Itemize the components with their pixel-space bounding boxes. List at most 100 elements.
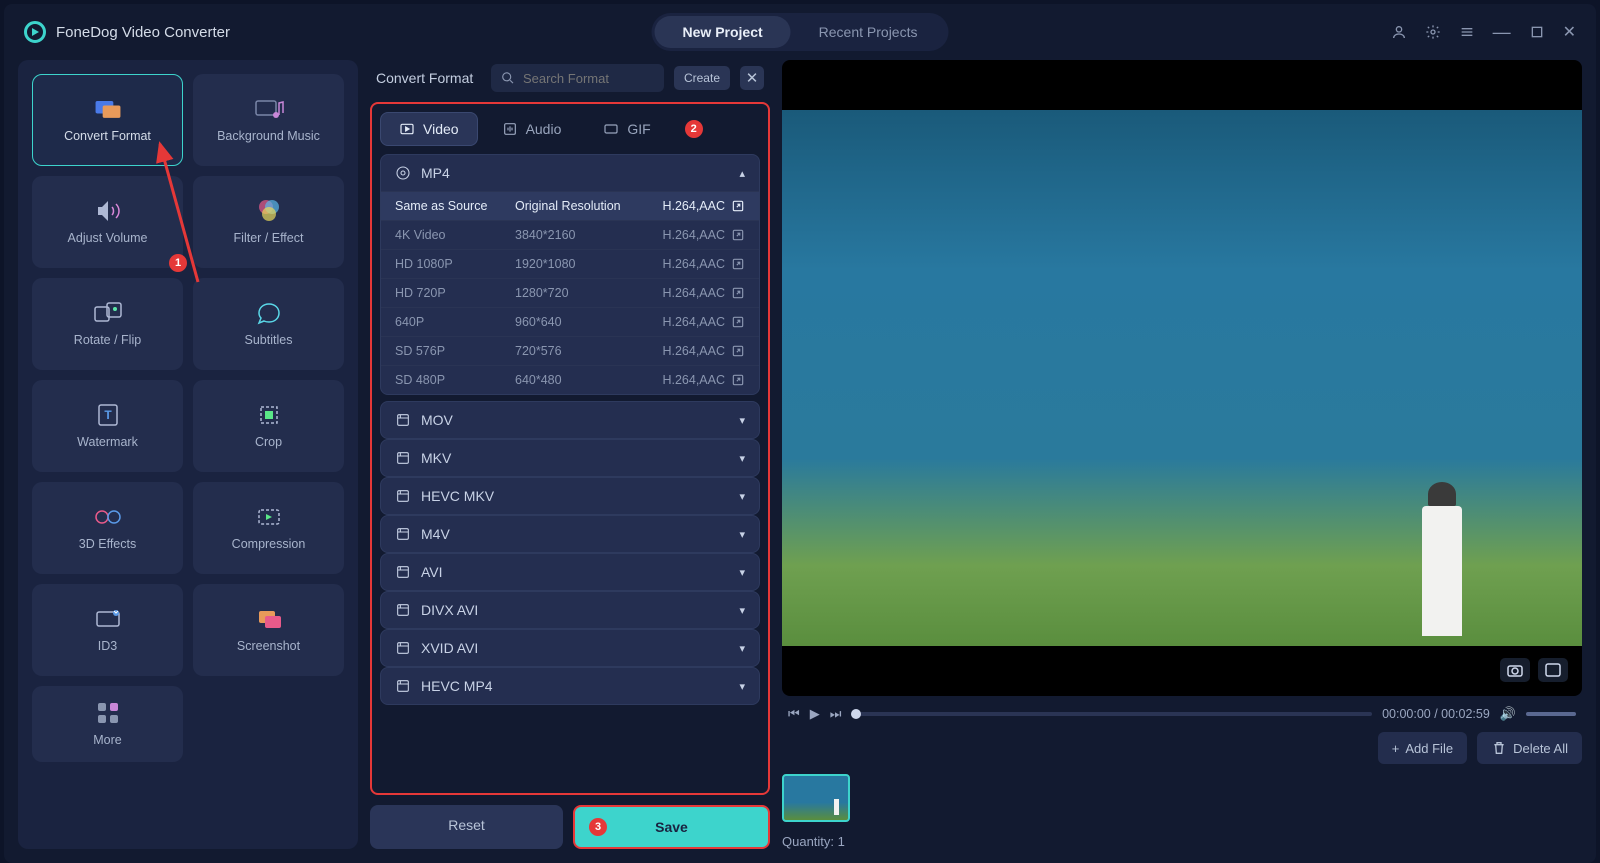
format-head[interactable]: XVID AVI▾ [381,630,759,666]
prev-icon[interactable]: ⏮ [788,706,800,722]
tool-background-music[interactable]: Background Music [193,74,344,166]
settings-icon[interactable] [1425,24,1441,40]
format-file-icon [395,488,411,504]
tool-more[interactable]: More [32,686,183,762]
row-resolution: 720*576 [515,344,643,358]
external-icon[interactable] [725,199,745,213]
chevron-down-icon: ▾ [739,452,745,465]
row-codec: H.264,AAC [643,373,725,387]
row-name: 4K Video [395,228,515,242]
row-codec: H.264,AAC [643,228,725,242]
tool-label: Watermark [77,435,138,449]
format-file-icon [395,602,411,618]
tab-recent-projects[interactable]: Recent Projects [791,16,946,48]
format-head[interactable]: MKV▾ [381,440,759,476]
tool-screenshot[interactable]: Screenshot [193,584,344,676]
format-tab-gif[interactable]: GIF [585,113,668,145]
tool-label: Convert Format [64,129,151,143]
format-file-icon [395,165,411,181]
search-field[interactable] [491,64,664,92]
play-icon[interactable]: ▶ [810,706,820,722]
tool-3d-effects[interactable]: 3D Effects [32,482,183,574]
format-row[interactable]: 4K Video3840*2160H.264,AAC [381,220,759,249]
filter-icon [253,199,285,223]
format-group: AVI▾ [380,553,760,591]
tool-adjust-volume[interactable]: Adjust Volume 1 [32,176,183,268]
format-row[interactable]: SD 480P640*480H.264,AAC [381,365,759,394]
volume-track[interactable] [1526,712,1576,716]
delete-all-button[interactable]: Delete All [1477,732,1582,764]
format-row[interactable]: SD 576P720*576H.264,AAC [381,336,759,365]
chevron-up-icon: ▴ [739,167,745,180]
format-tab-video[interactable]: Video [380,112,478,146]
search-input[interactable] [523,71,654,86]
seek-track[interactable] [851,712,1372,716]
format-group: MKV▾ [380,439,760,477]
add-file-button[interactable]: +Add File [1378,732,1467,764]
snapshot-icon[interactable] [1500,658,1530,682]
close-panel-icon[interactable]: ✕ [740,66,764,90]
format-row[interactable]: HD 1080P1920*1080H.264,AAC [381,249,759,278]
external-icon[interactable] [725,344,745,358]
tool-label: More [93,733,121,747]
format-head-mp4[interactable]: MP4 ▴ [381,155,759,191]
format-head[interactable]: M4V▾ [381,516,759,552]
audio-icon [502,121,518,137]
format-head[interactable]: HEVC MKV▾ [381,478,759,514]
external-icon[interactable] [725,228,745,242]
format-row[interactable]: Same as SourceOriginal ResolutionH.264,A… [381,191,759,220]
chevron-down-icon: ▾ [739,680,745,693]
format-group: XVID AVI▾ [380,629,760,667]
save-button[interactable]: 3 Save [573,805,770,849]
window-close-icon[interactable]: ✕ [1563,22,1576,42]
chevron-down-icon: ▾ [739,566,745,579]
format-head[interactable]: MOV▾ [381,402,759,438]
format-group: MOV▾ [380,401,760,439]
tool-filter-effect[interactable]: Filter / Effect [193,176,344,268]
format-group-mp4: MP4 ▴ Same as SourceOriginal ResolutionH… [380,154,760,395]
tool-id3[interactable]: ID3 [32,584,183,676]
volume-icon[interactable]: 🔊 [1500,706,1516,722]
menu-icon[interactable] [1459,24,1475,40]
subtitles-icon [253,301,285,325]
create-button[interactable]: Create [674,66,730,90]
format-head[interactable]: DIVX AVI▾ [381,592,759,628]
external-icon[interactable] [725,286,745,300]
tab-new-project[interactable]: New Project [655,16,791,48]
account-icon[interactable] [1391,24,1407,40]
format-file-icon [395,412,411,428]
tool-label: Crop [255,435,282,449]
tool-watermark[interactable]: T Watermark [32,380,183,472]
external-icon[interactable] [725,257,745,271]
next-icon[interactable]: ⏭ [830,706,842,722]
tool-convert-format[interactable]: Convert Format [32,74,183,166]
format-group: M4V▾ [380,515,760,553]
row-name: Same as Source [395,199,515,213]
convert-icon [92,97,124,121]
format-file-icon [395,678,411,694]
format-row[interactable]: HD 720P1280*720H.264,AAC [381,278,759,307]
tool-compression[interactable]: Compression [193,482,344,574]
more-icon [92,701,124,725]
tool-crop[interactable]: Crop [193,380,344,472]
row-name: SD 576P [395,344,515,358]
external-icon[interactable] [725,315,745,329]
window-minimize-icon[interactable]: — [1493,22,1511,43]
reset-button[interactable]: Reset [370,805,563,849]
format-head[interactable]: HEVC MP4▾ [381,668,759,704]
tool-subtitles[interactable]: Subtitles [193,278,344,370]
format-tab-audio[interactable]: Audio [484,113,580,145]
thumbnail[interactable] [782,774,850,822]
tool-label: 3D Effects [79,537,136,551]
annotation-1: 1 [169,254,187,272]
window-maximize-icon[interactable] [1529,24,1545,40]
fullscreen-icon[interactable] [1538,658,1568,682]
external-icon[interactable] [725,373,745,387]
tool-rotate-flip[interactable]: Rotate / Flip [32,278,183,370]
player-bar: ⏮ ▶ ⏭ 00:00:00 / 00:02:59 🔊 [782,706,1582,722]
format-row[interactable]: 640P960*640H.264,AAC [381,307,759,336]
3d-icon [92,505,124,529]
chevron-down-icon: ▾ [739,642,745,655]
format-head[interactable]: AVI▾ [381,554,759,590]
row-codec: H.264,AAC [643,315,725,329]
